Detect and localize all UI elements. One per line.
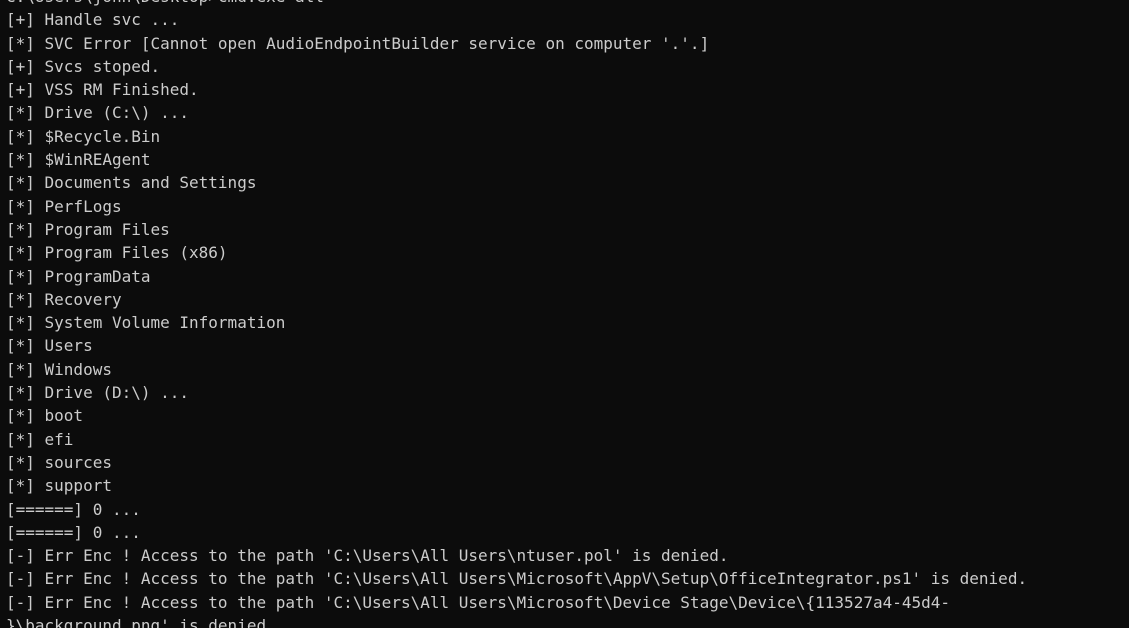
console-line: [*] PerfLogs	[6, 196, 122, 216]
console-line: [+] VSS RM Finished.	[6, 80, 199, 100]
console-line-text: }\background.png' is denied.	[6, 616, 276, 628]
console-line: [*] Drive (C:\) ...	[6, 103, 190, 123]
console-line: [*] boot	[6, 406, 84, 426]
console-line: [*] Windows	[6, 359, 112, 379]
console-line: [-] Err Enc ! Access to the path 'C:\Use…	[6, 569, 1028, 589]
console-line: [*] Recovery	[6, 289, 122, 309]
console-line: C:\Users\john\Desktop>cmd.exe all	[0, 0, 1129, 8]
console-output[interactable]: C:\Users\john\Desktop>cmd.exe all [+] Ha…	[0, 0, 1129, 628]
console-line: [*] support	[6, 476, 112, 496]
console-line: [*] efi	[6, 429, 74, 449]
console-line: [*] $Recycle.Bin	[6, 126, 161, 146]
console-line: [-] Err Enc ! Access to the path 'C:\Use…	[6, 546, 729, 566]
console-line: [-] Err Enc ! Access to the path 'C:\Use…	[6, 592, 951, 612]
console-last-line: }\background.png' is denied._	[0, 614, 1129, 628]
console-line: [*] $WinREAgent	[6, 150, 151, 170]
console-line: [*] SVC Error [Cannot open AudioEndpoint…	[6, 33, 710, 53]
console-line: [*] System Volume Information	[6, 313, 286, 333]
console-line: [+] Svcs stoped.	[6, 56, 161, 76]
console-line: [*] Users	[6, 336, 93, 356]
console-line: [*] Program Files (x86)	[6, 243, 228, 263]
console-line: [======] 0 ...	[6, 499, 141, 519]
console-line: [*] ProgramData	[6, 266, 151, 286]
console-line: [*] Documents and Settings	[6, 173, 257, 193]
console-line: [*] Drive (D:\) ...	[6, 383, 190, 403]
console-line: [+] Handle svc ...	[6, 10, 180, 30]
console-line: [======] 0 ...	[6, 522, 141, 542]
console-line: [*] sources	[6, 452, 112, 472]
console-line: [*] Program Files	[6, 219, 170, 239]
